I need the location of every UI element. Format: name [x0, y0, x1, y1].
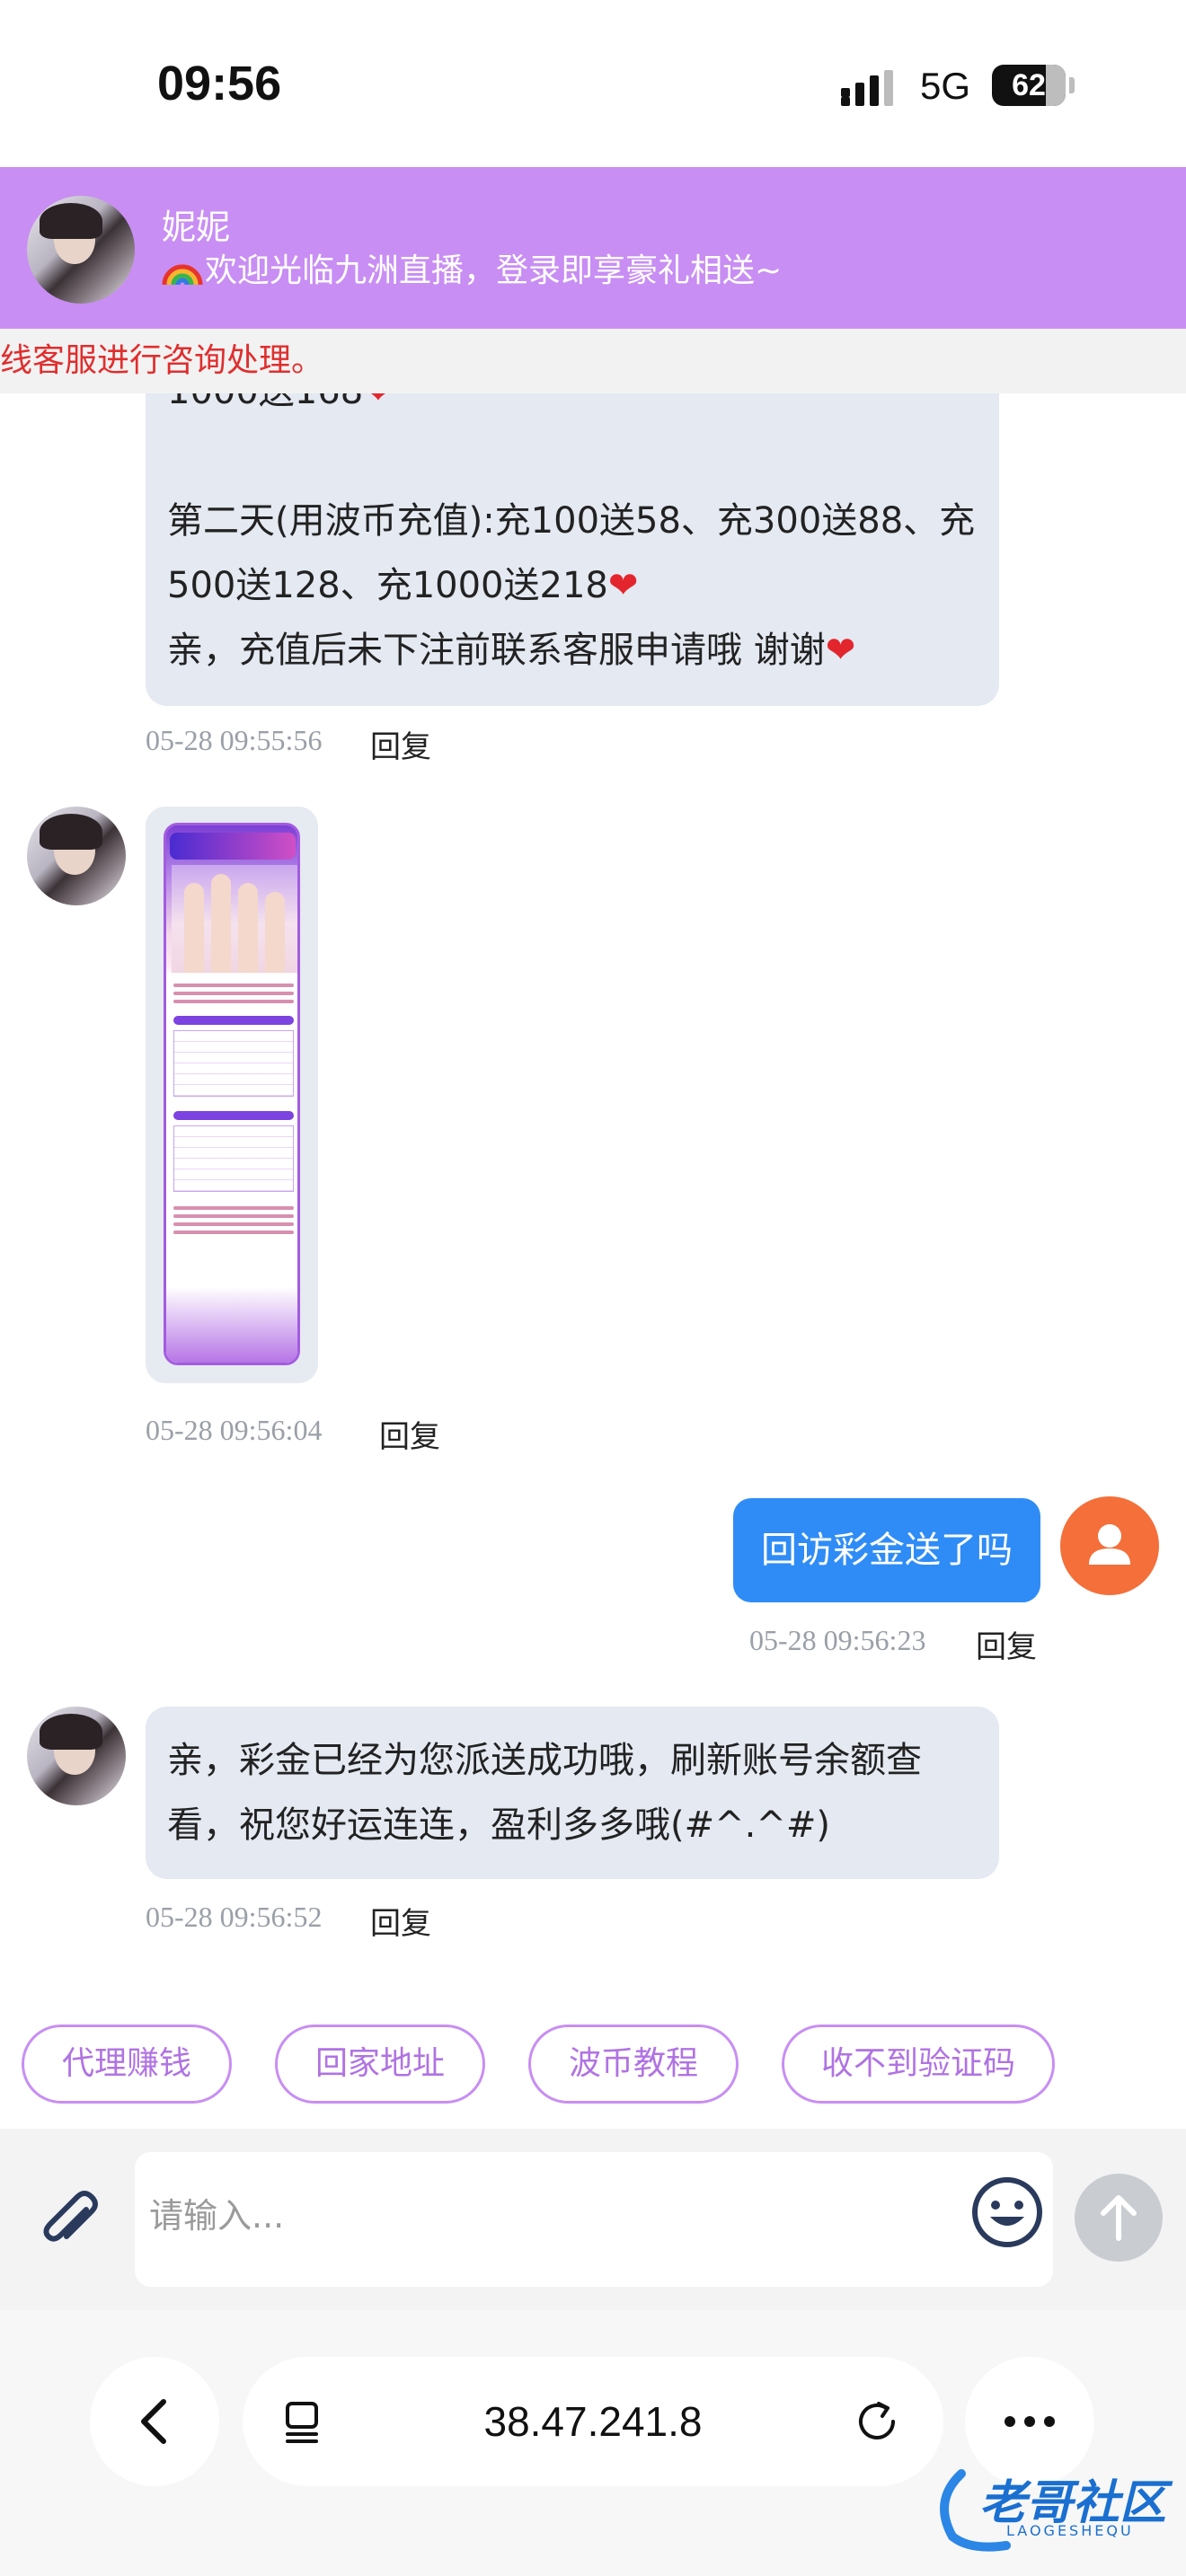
message-input[interactable]: 请输入... — [135, 2152, 1053, 2287]
back-button[interactable] — [90, 2357, 219, 2486]
agent-name: 妮妮 — [162, 207, 231, 247]
user-icon — [1089, 1524, 1130, 1565]
message-time: 05-28 09:55:56 — [146, 724, 323, 756]
battery-icon: 62 — [992, 65, 1066, 106]
reply-button[interactable]: 回复 — [379, 1412, 440, 1456]
message-line: 亲，充值后未下注前联系客服申请哦 谢谢❤ — [167, 630, 856, 671]
agent-avatar[interactable] — [27, 196, 135, 304]
message-bubble-outgoing: 回访彩金送了吗 — [733, 1498, 1040, 1602]
agent-avatar[interactable] — [27, 807, 126, 905]
message-time: 05-28 09:56:23 — [749, 1624, 926, 1656]
chevron-left-icon — [141, 2399, 166, 2444]
reply-button[interactable]: 回复 — [370, 1899, 431, 1943]
header-subtitle: 欢迎光临九洲直播，登录即享豪礼相送~ — [162, 244, 782, 291]
arrow-up-icon — [1101, 2195, 1137, 2241]
status-bar: 09:56 5G 62 — [0, 0, 1186, 167]
url-text: 38.47.241.8 — [483, 2398, 703, 2445]
message-line: 500送128、充1000送218❤ — [167, 565, 639, 606]
attachment-icon[interactable] — [31, 2183, 108, 2260]
address-bar[interactable]: 38.47.241.8 — [243, 2357, 943, 2486]
rainbow-icon — [162, 264, 203, 286]
agent-avatar[interactable] — [27, 1707, 126, 1805]
emoji-icon[interactable] — [970, 2175, 1044, 2249]
quick-reply-chip[interactable]: 回家地址 — [275, 2025, 485, 2104]
signal-icon — [841, 70, 893, 106]
battery-level: 62 — [1012, 68, 1046, 102]
heart-icon: ❤ — [363, 393, 394, 412]
message-line — [167, 424, 976, 489]
heart-icon: ❤ — [607, 565, 639, 606]
header-subtitle-text: 欢迎光临九洲直播，登录即享豪礼相送~ — [205, 252, 783, 289]
message-bubble-incoming: 亲，彩金已经为您派送成功哦，刷新账号余额查 看，祝您好运连连，盈利多多哦(#^.… — [146, 1707, 999, 1879]
quick-reply-bar: 代理赚钱 回家地址 波币教程 收不到验证码 — [0, 1990, 1186, 2129]
quick-reply-chip[interactable]: 代理赚钱 — [22, 2025, 232, 2104]
quick-reply-chip[interactable]: 波币教程 — [528, 2025, 739, 2104]
message-line: 第二天(用波币充值):充100送58、充300送88、充 — [167, 500, 976, 542]
message-time: 05-28 09:56:52 — [146, 1901, 323, 1933]
status-time: 09:56 — [157, 57, 282, 110]
reload-icon[interactable] — [854, 2398, 900, 2445]
chat-page: 09:56 5G 62 妮妮 欢迎光临九洲直播，登录即享豪礼相送~ 线客服进行咨… — [0, 0, 1186, 2576]
battery-tip — [1069, 77, 1075, 93]
heart-icon: ❤ — [825, 630, 856, 671]
message-input-bar: 请输入... — [0, 2129, 1186, 2310]
message-bubble-incoming: 1000送168❤ 第二天(用波币充值):充100送58、充300送88、充 5… — [146, 393, 999, 706]
message-line: 亲，彩金已经为您派送成功哦，刷新账号余额查 — [167, 1740, 922, 1781]
chat-header: 妮妮 欢迎光临九洲直播，登录即享豪礼相送~ — [0, 167, 1186, 329]
notice-banner: 线客服进行咨询处理。 — [0, 329, 1186, 393]
user-avatar[interactable] — [1060, 1496, 1159, 1595]
message-time: 05-28 09:56:04 — [146, 1414, 323, 1446]
quick-reply-chip[interactable]: 收不到验证码 — [782, 2025, 1055, 2104]
reply-button[interactable]: 回复 — [370, 722, 431, 766]
message-line: 1000送168❤ — [167, 393, 976, 424]
network-type: 5G — [920, 65, 971, 107]
message-line: 看，祝您好运连连，盈利多多哦(#^.^#) — [167, 1804, 830, 1846]
watermark-subtext: LAOGESHEQU — [1006, 2522, 1134, 2539]
send-button[interactable] — [1075, 2174, 1163, 2262]
image-message[interactable] — [146, 807, 318, 1383]
promo-poster-image[interactable] — [164, 823, 300, 1365]
reply-button[interactable]: 回复 — [976, 1622, 1037, 1666]
